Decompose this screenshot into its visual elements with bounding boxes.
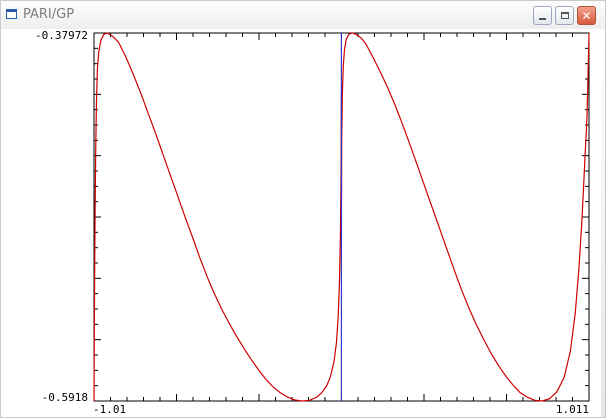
plot-background bbox=[1, 29, 601, 417]
maximize-button[interactable] bbox=[555, 6, 574, 25]
maximize-icon bbox=[560, 12, 569, 19]
window-title: PARI/GP bbox=[23, 7, 75, 22]
close-button[interactable]: ✕ bbox=[577, 6, 596, 25]
y-bottom-tick-label: -0.5918 bbox=[42, 391, 88, 404]
minimize-button[interactable] bbox=[533, 6, 552, 25]
plot-canvas: -0.37972 -0.5918 -1.01 1.011 bbox=[1, 29, 601, 417]
x-right-tick-label: 1.011 bbox=[556, 403, 589, 416]
window-edge bbox=[601, 29, 605, 417]
close-icon: ✕ bbox=[581, 8, 592, 23]
y-top-tick-label: -0.37972 bbox=[35, 29, 88, 42]
app-icon[interactable] bbox=[6, 9, 17, 19]
title-bar[interactable]: PARI/GP ✕ bbox=[1, 1, 605, 29]
pari-gp-window: PARI/GP ✕ -0.37972 -0.5918 -1.01 1.011 bbox=[0, 0, 606, 418]
minimize-icon bbox=[539, 17, 546, 20]
x-left-tick-label: -1.01 bbox=[93, 403, 126, 416]
